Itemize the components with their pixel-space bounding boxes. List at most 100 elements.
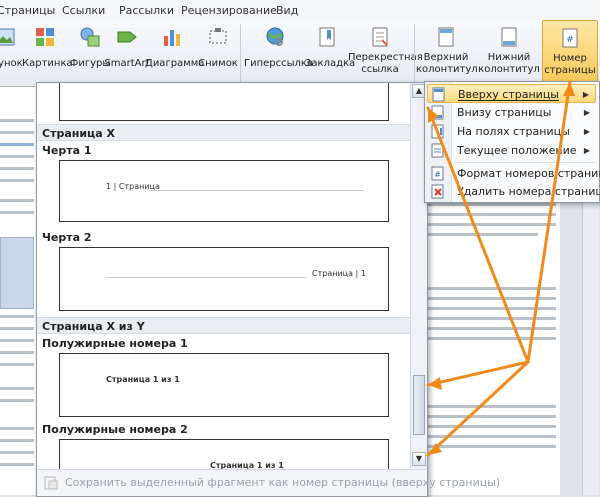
chart-button-label: Диаграмма [145, 58, 205, 69]
text-line [428, 425, 556, 428]
gallery-section-header: Страница X из Y [37, 317, 410, 334]
menu-item-page-margins[interactable]: На полях страницы ▶ [427, 122, 596, 141]
picture-button[interactable]: Рисунок [0, 20, 23, 84]
chart-icon [164, 30, 180, 46]
text-line [428, 405, 556, 408]
text-line [0, 211, 34, 214]
tab-pages[interactable]: Страницы [0, 4, 55, 17]
gallery-footer: Сохранить выделенный фрагмент как номер … [37, 469, 500, 496]
text-line [0, 463, 34, 466]
svg-text:#: # [566, 35, 574, 45]
submenu-arrow-icon: ▶ [583, 146, 590, 155]
smartart-button-label: SmartArt [104, 58, 150, 69]
text-line [0, 427, 34, 430]
scroll-thumb[interactable] [413, 375, 425, 435]
text-line [0, 451, 34, 454]
text-line [0, 363, 34, 366]
text-line [0, 119, 34, 122]
submenu-arrow-icon: ▶ [582, 90, 589, 99]
menu-item-label: На полях страницы [457, 125, 570, 138]
gallery-section-header: Страница X [37, 124, 410, 141]
preview-page-number: Страница 1 из 1 [106, 375, 180, 384]
tab-references[interactable]: Ссылки [62, 4, 105, 17]
menu-item-label: Внизу страницы [457, 106, 552, 119]
menu-item-bottom-of-page[interactable]: Внизу страницы ▶ [427, 103, 596, 122]
page-number-button[interactable]: # Номер страницы [542, 20, 598, 84]
text-line [0, 439, 34, 442]
svg-text:#: # [434, 170, 441, 179]
cross-reference-button[interactable]: Перекрестная ссылка [348, 20, 423, 84]
text-line [428, 317, 556, 320]
hyperlink-button[interactable]: Гиперссылка [244, 20, 313, 84]
picture-button-label: Рисунок [0, 58, 23, 69]
menu-item-top-of-page[interactable]: Вверху страницы ▶ [427, 84, 596, 103]
footer-button-label: Нижний колонтитул [478, 52, 540, 75]
text-line [0, 131, 34, 134]
cross-reference-button-label: Перекрестная ссылка [348, 52, 423, 75]
gallery-item-bold-numbers-2[interactable]: Страница 1 из 1 [59, 439, 389, 470]
gallery-item-bold-numbers-1[interactable]: Страница 1 из 1 [59, 353, 389, 417]
screenshot-icon [209, 28, 227, 44]
cross-reference-icon [372, 27, 388, 47]
ribbon: Рисунок Картинка Фигуры SmartArt Диаграм… [0, 20, 600, 87]
text-line [428, 435, 556, 438]
menu-separator [455, 162, 595, 163]
gallery-item-preview-partial[interactable] [59, 83, 389, 121]
screenshot-button[interactable]: Снимок [198, 20, 238, 84]
text-line [428, 445, 556, 448]
menu-item-label: Формат номеров страниц... [457, 167, 600, 180]
text-line [0, 143, 34, 146]
gallery-item-stripe-2[interactable]: Страница | 1 [59, 247, 389, 311]
text-line [0, 327, 34, 330]
text-line [428, 337, 556, 340]
preview-rule [106, 277, 306, 278]
clipart-button-label: Картинка [22, 58, 73, 69]
text-line [428, 307, 556, 310]
gallery-item-label: Черта 2 [42, 231, 92, 244]
save-selection-icon [44, 476, 58, 490]
shapes-icon [80, 27, 100, 47]
tab-review[interactable]: Рецензирование [181, 4, 277, 17]
menu-item-label: Удалить номера страниц [457, 185, 600, 198]
menu-item-format-page-numbers[interactable]: # Формат номеров страниц... [427, 164, 600, 183]
header-button-label: Верхний колонтитул [416, 52, 478, 75]
preview-page-number: Страница | 1 [312, 269, 366, 278]
smartart-icon [117, 31, 137, 43]
footer-button[interactable]: Нижний колонтитул [478, 20, 540, 84]
gallery-item-label: Полужирные номера 1 [42, 337, 188, 350]
text-line [428, 297, 556, 300]
text-line [428, 327, 556, 330]
page-number-icon: # [562, 28, 578, 48]
scroll-down-button[interactable]: ▼ [412, 452, 426, 466]
header-icon [438, 27, 454, 47]
clipart-button[interactable]: Картинка [22, 20, 73, 84]
text-line [0, 199, 34, 202]
chart-button[interactable]: Диаграмма [145, 20, 205, 84]
menu-item-remove-page-numbers[interactable]: Удалить номера страниц [427, 182, 600, 201]
gallery-item-label: Полужирные номера 2 [42, 423, 188, 436]
text-line [0, 351, 34, 354]
text-line [428, 203, 556, 206]
text-line [0, 387, 34, 390]
text-line [0, 315, 34, 318]
text-line [0, 155, 34, 158]
save-selection-as-page-number[interactable]: Сохранить выделенный фрагмент как номер … [65, 476, 500, 489]
tab-view[interactable]: Вид [276, 4, 298, 17]
text-line [428, 213, 556, 216]
text-line [0, 167, 34, 170]
menu-item-current-position[interactable]: Текущее положение ▶ [427, 141, 596, 160]
gallery-item-stripe-1[interactable]: 1 | Страница [59, 160, 389, 222]
text-line [428, 287, 556, 290]
smartart-button[interactable]: SmartArt [104, 20, 150, 84]
current-position-icon [431, 143, 444, 158]
header-button[interactable]: Верхний колонтитул [416, 20, 478, 84]
clipart-icon [36, 28, 54, 46]
bookmark-button[interactable]: Закладка [305, 20, 355, 84]
text-line [428, 415, 556, 418]
ribbon-separator [240, 24, 241, 82]
tab-mailings[interactable]: Рассылки [119, 4, 174, 17]
page-number-gallery: Страница X Черта 1 1 | Страница Черта 2 … [36, 82, 500, 497]
picture-icon [0, 28, 15, 46]
submenu-arrow-icon: ▶ [583, 127, 590, 136]
text-line [428, 223, 556, 226]
